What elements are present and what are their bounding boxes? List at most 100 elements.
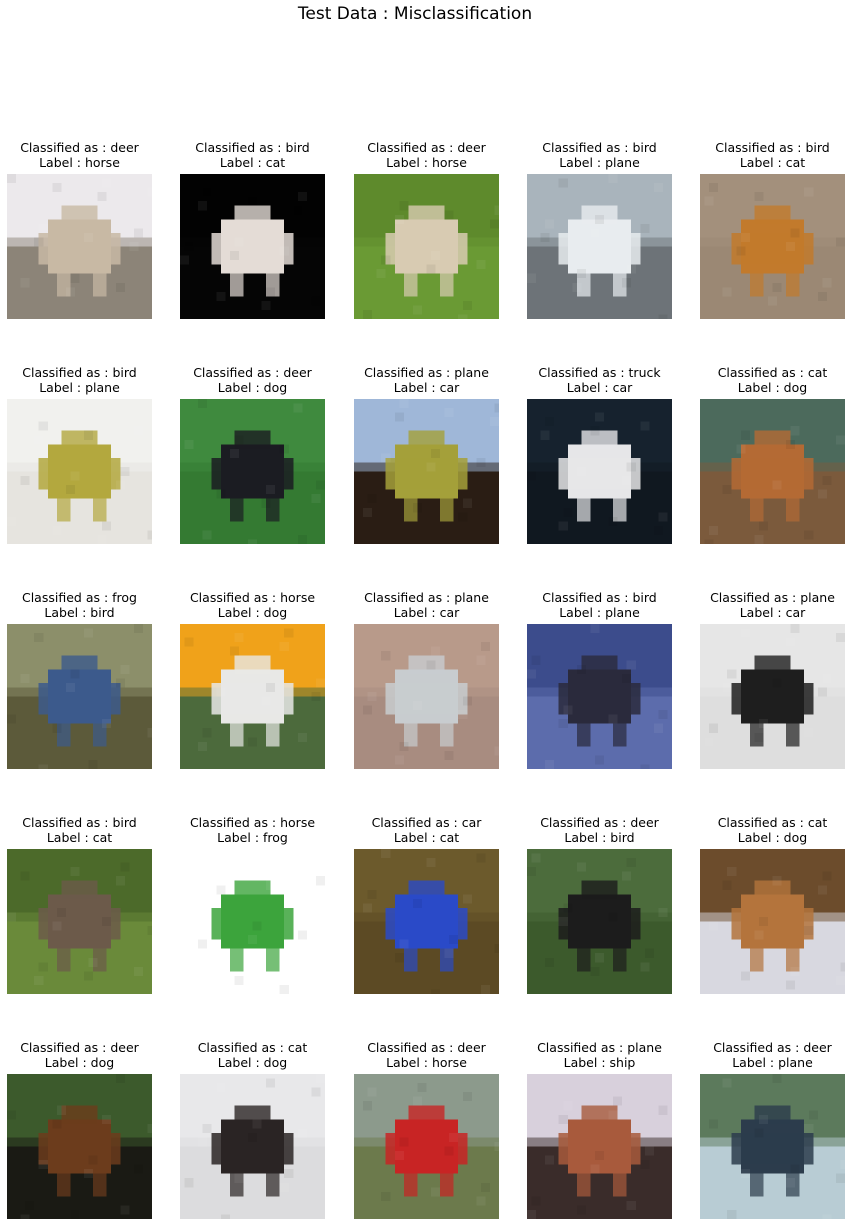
- true-label-text: Label : dog: [217, 1055, 288, 1070]
- sample-image: [7, 849, 152, 994]
- grid-cell: Classified as : deer Label : dog: [180, 365, 325, 545]
- grid-cell: Classified as : frog Label : bird: [7, 590, 152, 770]
- sample-image: [354, 624, 499, 769]
- grid-cell: Classified as : car Label : cat: [354, 815, 499, 995]
- grid-cell: Classified as : deer Label : bird: [527, 815, 672, 995]
- true-label-text: Label : dog: [217, 380, 288, 395]
- classified-as-text: Classified as : deer: [713, 1040, 832, 1055]
- sample-image: [354, 399, 499, 544]
- red-eyed-tree-frog-image: [180, 849, 325, 994]
- police-toy-car-image: [700, 624, 845, 769]
- true-label-text: Label : horse: [386, 155, 467, 170]
- framed-dog-photo-image: [180, 624, 325, 769]
- sample-image: [7, 174, 152, 319]
- true-label-text: Label : dog: [44, 1055, 115, 1070]
- true-label-text: Label : bird: [564, 830, 635, 845]
- cell-caption: Classified as : horse Label : dog: [165, 590, 340, 620]
- sample-image: [527, 849, 672, 994]
- white-cat-dark-bg-image: [180, 174, 325, 319]
- sample-image: [527, 399, 672, 544]
- classified-as-text: Classified as : deer: [20, 140, 139, 155]
- classified-as-text: Classified as : cat: [197, 1040, 308, 1055]
- classified-as-text: Classified as : car: [371, 815, 482, 830]
- true-label-text: Label : cat: [219, 155, 286, 170]
- sample-image: [700, 624, 845, 769]
- rider-on-horse-image: [354, 1074, 499, 1219]
- sample-image: [527, 1074, 672, 1219]
- sample-image: [180, 174, 325, 319]
- grid-cell: Classified as : deer Label : horse: [7, 140, 152, 320]
- cell-caption: Classified as : horse Label : frog: [165, 815, 340, 845]
- cell-caption: Classified as : car Label : cat: [339, 815, 514, 845]
- seaplane-on-water-image: [700, 1074, 845, 1219]
- true-label-text: Label : dog: [737, 380, 808, 395]
- sample-image: [180, 1074, 325, 1219]
- grid-cell: Classified as : bird Label : plane: [527, 140, 672, 320]
- true-label-text: Label : car: [393, 380, 460, 395]
- classified-as-text: Classified as : horse: [189, 815, 316, 830]
- classified-as-text: Classified as : bird: [22, 815, 137, 830]
- true-label-text: Label : plane: [559, 155, 640, 170]
- true-label-text: Label : plane: [39, 380, 120, 395]
- cell-caption: Classified as : plane Label : car: [339, 365, 514, 395]
- true-label-text: Label : horse: [386, 1055, 467, 1070]
- horse-grazing-grass-image: [354, 174, 499, 319]
- cell-caption: Classified as : deer Label : horse: [339, 1040, 514, 1070]
- true-label-text: Label : plane: [732, 1055, 813, 1070]
- cell-caption: Classified as : cat Label : dog: [685, 815, 851, 845]
- cell-caption: Classified as : plane Label : car: [685, 590, 851, 620]
- cell-caption: Classified as : bird Label : plane: [0, 365, 167, 395]
- grid-cell: Classified as : plane Label : car: [700, 590, 845, 770]
- sample-image: [700, 399, 845, 544]
- cell-caption: Classified as : bird Label : cat: [0, 815, 167, 845]
- sample-image: [700, 1074, 845, 1219]
- grid-cell: Classified as : bird Label : plane: [7, 365, 152, 545]
- cell-caption: Classified as : deer Label : dog: [165, 365, 340, 395]
- true-label-text: Label : ship: [563, 1055, 636, 1070]
- sample-image: [527, 174, 672, 319]
- cell-caption: Classified as : deer Label : bird: [512, 815, 687, 845]
- rottweiler-portrait-image: [7, 1074, 152, 1219]
- classified-as-text: Classified as : deer: [367, 1040, 486, 1055]
- true-label-text: Label : car: [393, 605, 460, 620]
- sample-image: [7, 624, 152, 769]
- classified-as-text: Classified as : bird: [715, 140, 830, 155]
- airliner-at-gate-image: [527, 174, 672, 319]
- grid-cell: Classified as : cat Label : dog: [700, 815, 845, 995]
- classified-as-text: Classified as : plane: [364, 365, 489, 380]
- sample-image: [527, 624, 672, 769]
- grid-cell: Classified as : deer Label : horse: [354, 140, 499, 320]
- true-label-text: Label : frog: [217, 830, 288, 845]
- true-label-text: Label : cat: [739, 155, 806, 170]
- grid-cell: Classified as : cat Label : dog: [700, 365, 845, 545]
- cell-caption: Classified as : bird Label : cat: [685, 140, 851, 170]
- white-pickup-truck-image: [527, 399, 672, 544]
- figure-title: Test Data : Misclassification: [297, 4, 533, 24]
- classified-as-text: Classified as : plane: [537, 1040, 662, 1055]
- grid-cell: Classified as : truck Label : car: [527, 365, 672, 545]
- true-label-text: Label : bird: [44, 605, 115, 620]
- grid-cell: Classified as : plane Label : car: [354, 365, 499, 545]
- grid-cell: Classified as : plane Label : ship: [527, 1040, 672, 1220]
- classified-as-text: Classified as : bird: [542, 590, 657, 605]
- grid-cell: Classified as : horse Label : frog: [180, 815, 325, 995]
- grid-cell: Classified as : horse Label : dog: [180, 590, 325, 770]
- sample-image: [700, 174, 845, 319]
- cell-caption: Classified as : cat Label : dog: [685, 365, 851, 395]
- cell-caption: Classified as : plane Label : ship: [512, 1040, 687, 1070]
- sample-image: [354, 174, 499, 319]
- ship-hull-close-image: [527, 1074, 672, 1219]
- classified-as-text: Classified as : bird: [542, 140, 657, 155]
- horse-standing-field-image: [7, 174, 152, 319]
- sample-image: [180, 624, 325, 769]
- teddy-in-blue-car-image: [354, 849, 499, 994]
- dark-bird-in-reeds-image: [527, 849, 672, 994]
- cell-caption: Classified as : cat Label : dog: [165, 1040, 340, 1070]
- grid-cell: Classified as : bird Label : cat: [7, 815, 152, 995]
- classified-as-text: Classified as : plane: [710, 590, 835, 605]
- true-label-text: Label : dog: [737, 830, 808, 845]
- sample-image: [7, 1074, 152, 1219]
- silver-minivan-image: [354, 624, 499, 769]
- blue-jay-on-branches-image: [7, 624, 152, 769]
- grid-cell: Classified as : deer Label : plane: [700, 1040, 845, 1220]
